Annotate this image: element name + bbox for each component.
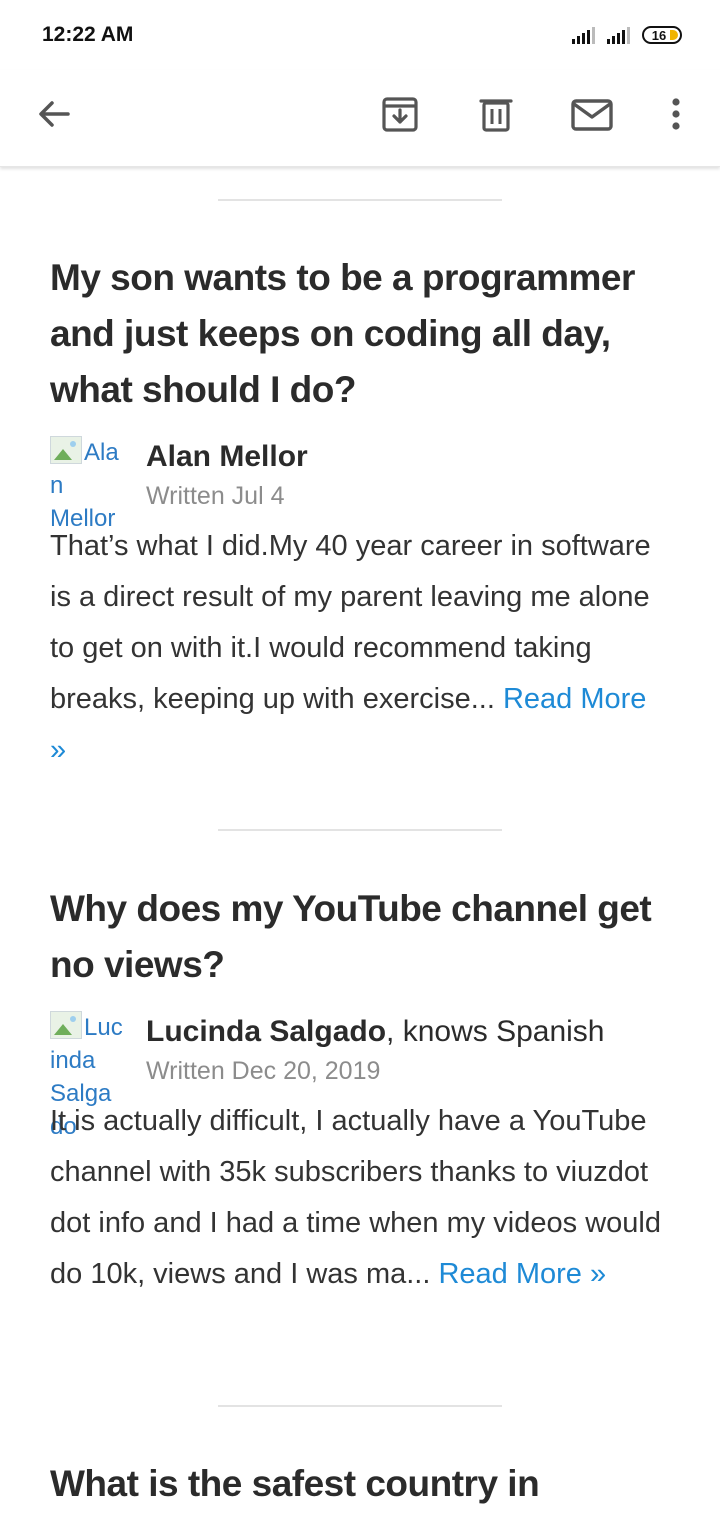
author-name[interactable]: Lucinda Salgado, knows Spanish [146, 1015, 604, 1049]
answer-date: Written Dec 20, 2019 [146, 1057, 381, 1085]
status-icons: 16 [572, 26, 682, 44]
question-title[interactable]: My son wants to be a programmer and just… [50, 250, 670, 418]
read-more-link[interactable]: Read More » [438, 1258, 606, 1290]
avatar-alt-text: Ala [84, 439, 119, 466]
back-arrow-icon[interactable] [30, 90, 78, 138]
broken-image-icon [50, 1011, 82, 1039]
trash-icon[interactable] [472, 90, 520, 138]
signal-icon [572, 26, 595, 44]
status-bar: 12:22 AM 16 [0, 0, 720, 70]
status-time: 12:22 AM [42, 23, 134, 46]
answer-card: Why does my YouTube channel get no views… [50, 881, 670, 1300]
signal-icon [607, 26, 630, 44]
question-title[interactable]: Why does my YouTube channel get no views… [50, 881, 670, 993]
answer-excerpt: That’s what I did.My 40 year career in s… [50, 521, 670, 776]
question-title[interactable]: What is the safest country in [50, 1456, 670, 1512]
avatar-alt-text: n [50, 472, 64, 499]
answer-excerpt: It is actually difficult, I actually hav… [50, 1096, 670, 1300]
answer-card: What is the safest country in [50, 1456, 670, 1512]
archive-icon[interactable] [376, 90, 424, 138]
answer-date: Written Jul 4 [146, 482, 285, 510]
author-link[interactable]: Lucinda Salgado [146, 1015, 386, 1048]
author-credential: , knows Spanish [386, 1015, 605, 1048]
avatar-alt-text: Mellor [50, 505, 116, 532]
divider [218, 199, 502, 201]
author-name[interactable]: Alan Mellor [146, 440, 308, 474]
avatar[interactable]: Ala n Mellor [50, 436, 130, 532]
more-vert-icon[interactable] [652, 90, 700, 138]
mail-icon[interactable] [568, 90, 616, 138]
battery-level: 16 [651, 27, 667, 43]
divider [218, 829, 502, 831]
author-row: Ala n Mellor Alan Mellor Written Jul 4 [50, 436, 670, 536]
avatar-alt-text: inda [50, 1047, 96, 1074]
author-link[interactable]: Alan Mellor [146, 440, 308, 473]
broken-image-icon [50, 436, 82, 464]
avatar-alt-text: Luc [84, 1014, 123, 1041]
battery-icon: 16 [642, 26, 682, 44]
divider [218, 1405, 502, 1407]
answer-card: My son wants to be a programmer and just… [50, 250, 670, 776]
app-toolbar [0, 70, 720, 167]
